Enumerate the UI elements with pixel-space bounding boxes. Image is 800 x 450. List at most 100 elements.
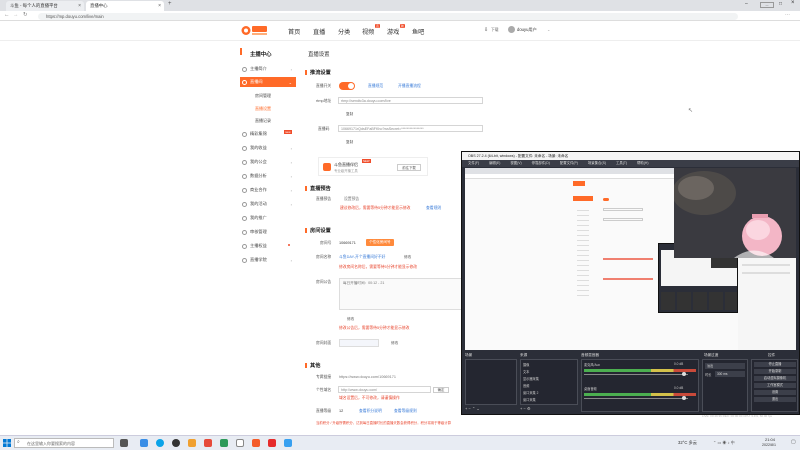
download-label[interactable]: 下载 <box>491 28 499 33</box>
source-item[interactable]: 窗口采集 2 <box>523 390 538 395</box>
browser-tab-1[interactable]: 斗鱼 - 每个人的直播平台 × <box>6 1 84 11</box>
remove-icon[interactable]: − <box>523 406 525 411</box>
copy-rtmp-button[interactable]: 复制 <box>346 112 353 117</box>
stream-key-input[interactable]: 10669171rQdsEFaBFKho?wsSecret=**********… <box>338 125 483 132</box>
custom-domain-input[interactable]: http://www.douyu.com/ <box>338 386 431 393</box>
volume-slider-handle[interactable] <box>682 372 686 376</box>
source-item[interactable]: 摄像 <box>523 362 529 367</box>
stop-streaming-button[interactable]: 停止直播 <box>754 362 796 367</box>
download-icon[interactable]: ⇩ <box>484 27 488 33</box>
live-rules-link[interactable]: 直播规范 <box>368 84 383 89</box>
url-input[interactable]: https://mp.douyu.com/live/main <box>38 12 738 20</box>
maximize-icon[interactable]: □ <box>779 1 782 7</box>
source-item[interactable]: 音频 <box>523 383 529 388</box>
task-view-icon[interactable] <box>120 439 128 447</box>
custom-domain-confirm-button[interactable]: 确定 <box>433 387 449 393</box>
taskbar-search-input[interactable]: 在这里输入你要搜索的内容 <box>14 438 114 448</box>
custom-room-id-button[interactable]: 个性化房间号 <box>366 239 394 246</box>
back-icon[interactable]: ← <box>4 12 10 18</box>
app-icon[interactable] <box>268 439 276 447</box>
chevron-up-icon[interactable]: ⌃ <box>472 406 475 411</box>
scenes-dock[interactable] <box>465 359 517 405</box>
minimize-icon[interactable]: – <box>745 1 748 7</box>
nav-category[interactable]: 分类 <box>338 27 350 36</box>
app-icon[interactable] <box>252 439 260 447</box>
new-tab-icon[interactable]: + <box>168 1 172 7</box>
clock-time[interactable]: 21:04 <box>765 437 775 442</box>
level-points-link[interactable]: 查看积分说明 <box>359 409 382 414</box>
exclusive-link-value[interactable]: https://www.douyu.com/10669171 <box>339 375 396 379</box>
virtual-camera-button[interactable]: 启动虚拟摄像机 <box>754 376 796 381</box>
notification-icon[interactable]: ▢ <box>791 439 796 445</box>
preview-status[interactable]: 设置预告 <box>344 197 359 202</box>
douyu-logo[interactable] <box>241 24 269 37</box>
sidebar-item-profile[interactable]: 主播简介 › <box>242 64 296 74</box>
profile-icon[interactable]: ⋯ <box>760 2 774 8</box>
rtmp-input[interactable]: rtmp://sendtc3a.douyu.com/live <box>338 97 483 104</box>
tray-icons[interactable]: ⌃ ▭ ◉ ♪ 中 <box>713 440 735 446</box>
level-rules-link[interactable]: 查看等级规则 <box>394 409 417 414</box>
volume-slider-handle[interactable] <box>682 396 686 400</box>
obs-app-icon[interactable] <box>172 439 180 447</box>
file-explorer-icon[interactable] <box>140 439 148 447</box>
room-name-edit-button[interactable]: 修改 <box>404 255 411 260</box>
obs-menu-tools[interactable]: 工具(T) <box>616 161 627 165</box>
edge-browser-icon[interactable] <box>156 439 164 447</box>
obs-menu-profile[interactable]: 配置文件(P) <box>560 161 578 165</box>
app-icon[interactable] <box>220 439 228 447</box>
chevron-down-icon[interactable]: ⌄ <box>547 27 550 32</box>
menu-icon[interactable]: ⋯ <box>785 12 790 18</box>
sidebar-item-review[interactable]: 审核管理 <box>242 227 296 237</box>
sources-dock[interactable]: 摄像 文本 显示器采集 音频 窗口采集 2 窗口采集 <box>520 359 578 405</box>
windows-start-icon[interactable] <box>3 439 11 447</box>
sidebar-item-promotion[interactable]: 我的推广 <box>242 213 296 223</box>
nav-video[interactable]: 视频 <box>362 27 374 36</box>
obs-menu-view[interactable]: 视图(V) <box>510 161 521 165</box>
room-name-value[interactable]: 斗鱼DAY-开个直播间好不好 <box>339 255 385 260</box>
sidebar-sub-live-settings[interactable]: 直播设置 <box>255 106 271 112</box>
download-companion-button[interactable]: 前往下载 <box>397 164 421 171</box>
volume-slider[interactable] <box>584 374 688 375</box>
app-icon[interactable] <box>204 439 212 447</box>
preview-rules-link[interactable]: 查看规则 <box>426 206 441 211</box>
add-icon[interactable]: + <box>465 406 467 411</box>
source-item[interactable]: 文本 <box>523 369 529 374</box>
live-toggle[interactable] <box>339 82 355 90</box>
start-recording-button[interactable]: 开始录制 <box>754 369 796 374</box>
nav-live[interactable]: 直播 <box>313 27 325 36</box>
copy-key-button[interactable]: 复制 <box>346 140 353 145</box>
sidebar-item-analytics[interactable]: 数据分析 › <box>242 171 296 181</box>
remove-icon[interactable]: − <box>468 406 470 411</box>
folder-icon[interactable] <box>188 439 196 447</box>
sidebar-item-room[interactable]: 直播间 ⌄ <box>240 77 296 87</box>
forward-icon[interactable]: → <box>13 12 19 18</box>
refresh-icon[interactable]: ↻ <box>23 12 28 18</box>
chevron-down-icon[interactable]: ⌄ <box>476 406 479 411</box>
close-icon[interactable]: × <box>158 3 161 9</box>
obs-menu-docks[interactable]: 停靠部件(D) <box>532 161 550 165</box>
gear-icon[interactable]: ⚙ <box>527 406 531 411</box>
source-item[interactable]: 显示器采集 <box>523 376 539 381</box>
close-icon[interactable]: × <box>78 3 81 9</box>
sidebar-item-activities[interactable]: 我的活动 › <box>242 199 296 209</box>
settings-button[interactable]: 设置 <box>754 390 796 395</box>
notice-textarea[interactable]: 每日开播时间：00:12 - 21 <box>339 278 463 310</box>
cover-thumbnail[interactable] <box>339 339 379 347</box>
sidebar-sub-room-manage[interactable]: 房间管理 <box>255 93 271 99</box>
exit-button[interactable]: 退出 <box>754 397 796 402</box>
obs-menu-file[interactable]: 文件(F) <box>468 161 479 165</box>
sidebar-sub-live-records[interactable]: 直播记录 <box>255 118 271 124</box>
transition-select[interactable]: 淡出 <box>705 363 745 369</box>
obs-preview-canvas[interactable] <box>465 168 796 350</box>
live-process-link[interactable]: 开播直播流程 <box>398 84 421 89</box>
sidebar-item-income[interactable]: 我的收益 › <box>242 143 296 153</box>
nav-fishbar[interactable]: 鱼吧 <box>412 27 424 36</box>
app-icon[interactable] <box>236 439 244 447</box>
sidebar-item-guild[interactable]: 我的公会 › <box>242 157 296 167</box>
nav-game[interactable]: 游戏 <box>387 27 399 36</box>
notice-edit-button[interactable]: 修改 <box>347 317 354 322</box>
studio-mode-button[interactable]: 工作室模式 <box>754 383 796 388</box>
browser-tab-2[interactable]: 直播中心 × <box>86 1 164 11</box>
transition-duration-input[interactable]: 300 ms <box>715 371 745 377</box>
volume-slider[interactable] <box>584 398 688 399</box>
